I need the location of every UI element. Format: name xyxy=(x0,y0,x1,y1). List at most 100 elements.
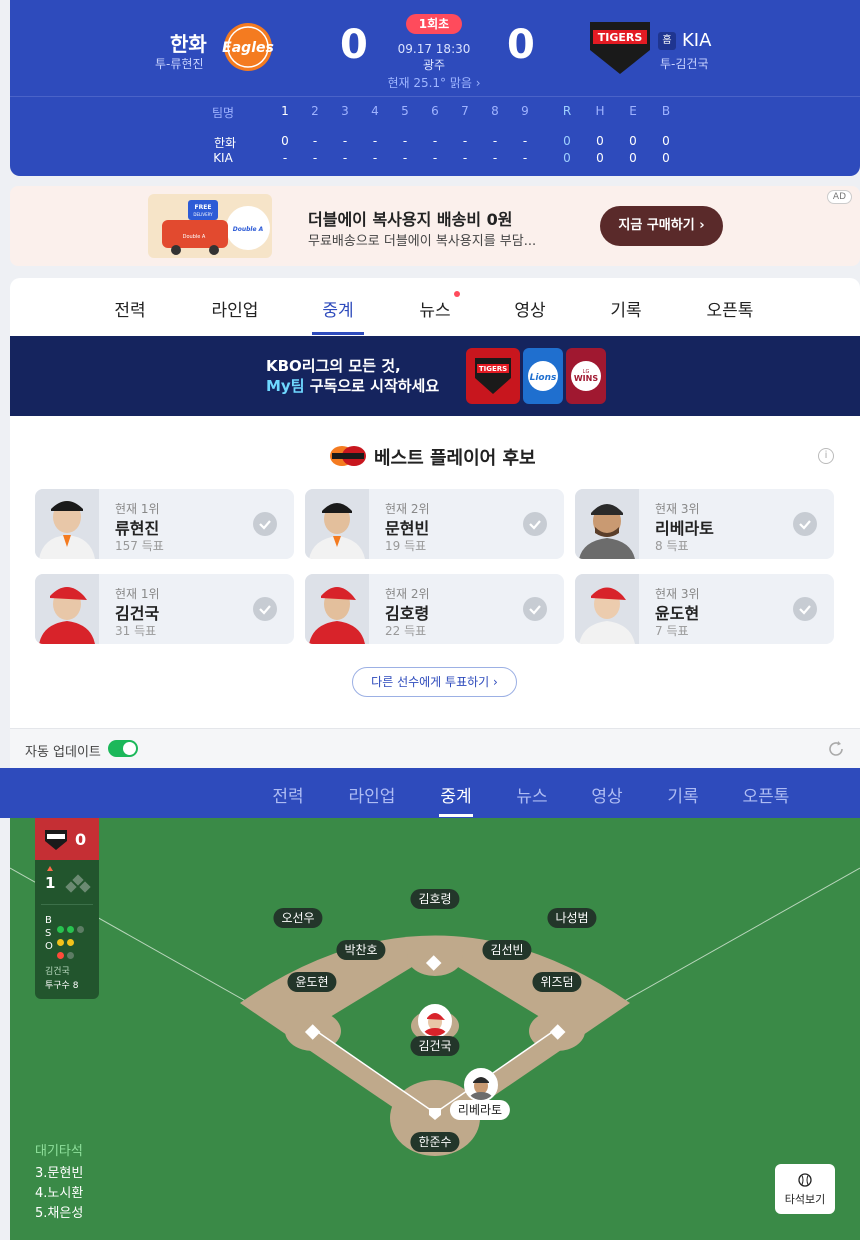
box-cell: - xyxy=(432,134,438,148)
fielder-ss[interactable]: 박찬호 xyxy=(336,940,386,960)
scoreboard: 한화 투-류현진 Eagles 0 1회초 09.17 18:30 광주 현재 … xyxy=(10,0,860,176)
player-photo xyxy=(305,489,369,559)
box-cell-e: 0 xyxy=(629,151,637,165)
tab-news[interactable]: 뉴스 xyxy=(400,296,470,321)
tigers-logo[interactable]: TIGERS xyxy=(585,18,655,76)
player-card[interactable]: 현재 3위 리베라토 8 득표 xyxy=(575,489,834,559)
sticky-tabs: 전력 라인업 중계 뉴스 영상 기록 오픈톡 xyxy=(0,768,860,818)
player-card[interactable]: 현재 2위 김호령 22 득표 xyxy=(305,574,564,644)
box-team: 한화 xyxy=(213,136,237,150)
box-head-inning: 5 xyxy=(401,104,409,118)
fielder-2b[interactable]: 김선빈 xyxy=(482,940,532,960)
auto-update-bar: 자동 업데이트 xyxy=(10,728,860,768)
player-name: 김호령 xyxy=(385,604,430,623)
player-card[interactable]: 현재 1위 김건국 31 득표 xyxy=(35,574,294,644)
divider xyxy=(10,96,860,97)
auto-update-toggle[interactable] xyxy=(108,740,138,757)
player-name: 류현진 xyxy=(115,519,160,538)
panel-divider xyxy=(41,904,93,905)
refresh-icon[interactable] xyxy=(826,739,846,759)
ad-banner[interactable]: FREE DELIVERY Double A Double A 더블에이 복사용… xyxy=(10,186,860,266)
subscription-banner[interactable]: KBO리그의 모든 것, My팀 구독으로 시작하세요 TIGERS Lions… xyxy=(10,336,860,416)
box-cell: - xyxy=(462,151,468,165)
vote-check-icon[interactable] xyxy=(793,512,817,536)
fielder-1b[interactable]: 위즈덤 xyxy=(532,972,582,992)
on-deck-item[interactable]: 3.문현빈 xyxy=(35,1162,83,1181)
info-icon[interactable]: i xyxy=(818,448,834,464)
weather-link[interactable]: 현재 25.1° 맑음 › xyxy=(374,74,494,91)
box-cell: - xyxy=(282,151,288,165)
tab-broadcast[interactable]: 중계 xyxy=(303,296,373,321)
fielder-3b[interactable]: 윤도현 xyxy=(287,972,337,992)
player-photo xyxy=(575,574,639,644)
vote-check-icon[interactable] xyxy=(523,597,547,621)
home-team-name[interactable]: KIA xyxy=(682,30,711,51)
box-head-inning: 6 xyxy=(431,104,439,118)
fielder-rf[interactable]: 나성범 xyxy=(547,908,597,928)
tab-video[interactable]: 영상 xyxy=(495,296,565,321)
box-head-inning: 8 xyxy=(491,104,499,118)
box-head-h: H xyxy=(595,104,605,118)
fielder-cf[interactable]: 김호령 xyxy=(410,889,460,909)
box-cell-r: 0 xyxy=(563,151,571,165)
base-runner-icon xyxy=(65,874,91,893)
away-score: 0 xyxy=(340,22,368,68)
player-votes: 7 득표 xyxy=(655,624,689,638)
svg-text:DELIVERY: DELIVERY xyxy=(193,212,213,217)
banner-line2-rest: 구독으로 시작하세요 xyxy=(304,377,440,395)
boxscore-row-home: KIA - - - - - - - - - 0 0 0 0 xyxy=(10,151,860,167)
sticky-tab-news[interactable]: 뉴스 xyxy=(497,782,567,807)
box-cell: - xyxy=(312,134,318,148)
eagles-logo[interactable]: Eagles xyxy=(220,22,276,72)
vote-check-icon[interactable] xyxy=(523,512,547,536)
baseball-field: 0 1 B S O 김건국 투구수 8 김호령 오선우 나성범 박찬호 김선빈 … xyxy=(10,818,860,1240)
svg-text:Double A: Double A xyxy=(233,226,264,233)
home-badge: 홈 xyxy=(658,32,676,50)
player-card[interactable]: 현재 3위 윤도현 7 득표 xyxy=(575,574,834,644)
batter-label[interactable]: 리베라토 xyxy=(449,1100,511,1120)
box-cell-e: 0 xyxy=(629,134,637,148)
inning-badge: 1회초 xyxy=(406,14,462,34)
sticky-tab-opentalk[interactable]: 오픈톡 xyxy=(731,782,801,807)
box-cell: - xyxy=(312,151,318,165)
banner-text[interactable]: KBO리그의 모든 것, My팀 구독으로 시작하세요 xyxy=(266,356,439,396)
away-team-name[interactable]: 한화 xyxy=(170,28,207,57)
twins-banner-logo: LG WINS xyxy=(566,348,606,404)
on-deck-item[interactable]: 5.채은성 xyxy=(35,1202,83,1221)
sticky-tab-video[interactable]: 영상 xyxy=(572,782,642,807)
player-photo xyxy=(305,574,369,644)
batter-avatar[interactable] xyxy=(464,1068,498,1102)
home-pitcher: 투-김건국 xyxy=(660,57,709,71)
player-name: 리베라토 xyxy=(655,519,714,538)
ad-buy-button[interactable]: 지금 구매하기 › xyxy=(600,206,723,246)
player-votes: 22 득표 xyxy=(385,624,427,638)
on-deck-item[interactable]: 4.노시환 xyxy=(35,1182,83,1201)
vote-check-icon[interactable] xyxy=(253,597,277,621)
player-card[interactable]: 현재 1위 류현진 157 득표 xyxy=(35,489,294,559)
player-card[interactable]: 현재 2위 문현빈 19 득표 xyxy=(305,489,564,559)
sticky-tab-lineup[interactable]: 라인업 xyxy=(337,782,407,807)
ad-tag[interactable]: AD xyxy=(826,190,852,204)
fielder-c[interactable]: 한준수 xyxy=(410,1132,460,1152)
ad-title[interactable]: 더블에이 복사용지 배송비 0원 xyxy=(308,206,512,230)
panel-pitcher-name: 김건국 xyxy=(45,967,70,977)
ad-subtitle[interactable]: 무료배송으로 더블에이 복사용지를 부담... xyxy=(308,230,536,249)
tab-opentalk[interactable]: 오픈톡 xyxy=(695,296,765,321)
sticky-tab-power[interactable]: 전력 xyxy=(253,782,323,807)
vote-check-icon[interactable] xyxy=(253,512,277,536)
vote-check-icon[interactable] xyxy=(793,597,817,621)
box-cell: - xyxy=(402,134,408,148)
tab-power[interactable]: 전력 xyxy=(95,296,165,321)
tab-lineup[interactable]: 라인업 xyxy=(200,296,270,321)
pitcher-avatar[interactable] xyxy=(418,1004,452,1038)
vote-other-button[interactable]: 다른 선수에게 투표하기 › xyxy=(352,667,517,697)
fielder-lf[interactable]: 오선우 xyxy=(273,908,323,928)
box-head-b: B xyxy=(661,104,671,118)
sticky-tab-broadcast[interactable]: 중계 xyxy=(421,782,491,807)
pitcher-label[interactable]: 김건국 xyxy=(410,1036,460,1056)
sticky-tab-record[interactable]: 기록 xyxy=(648,782,718,807)
at-bat-view-button[interactable]: 타석보기 xyxy=(775,1164,835,1214)
best-player-emblem xyxy=(328,444,368,468)
tab-record[interactable]: 기록 xyxy=(591,296,661,321)
ad-image[interactable]: FREE DELIVERY Double A Double A xyxy=(148,194,272,258)
